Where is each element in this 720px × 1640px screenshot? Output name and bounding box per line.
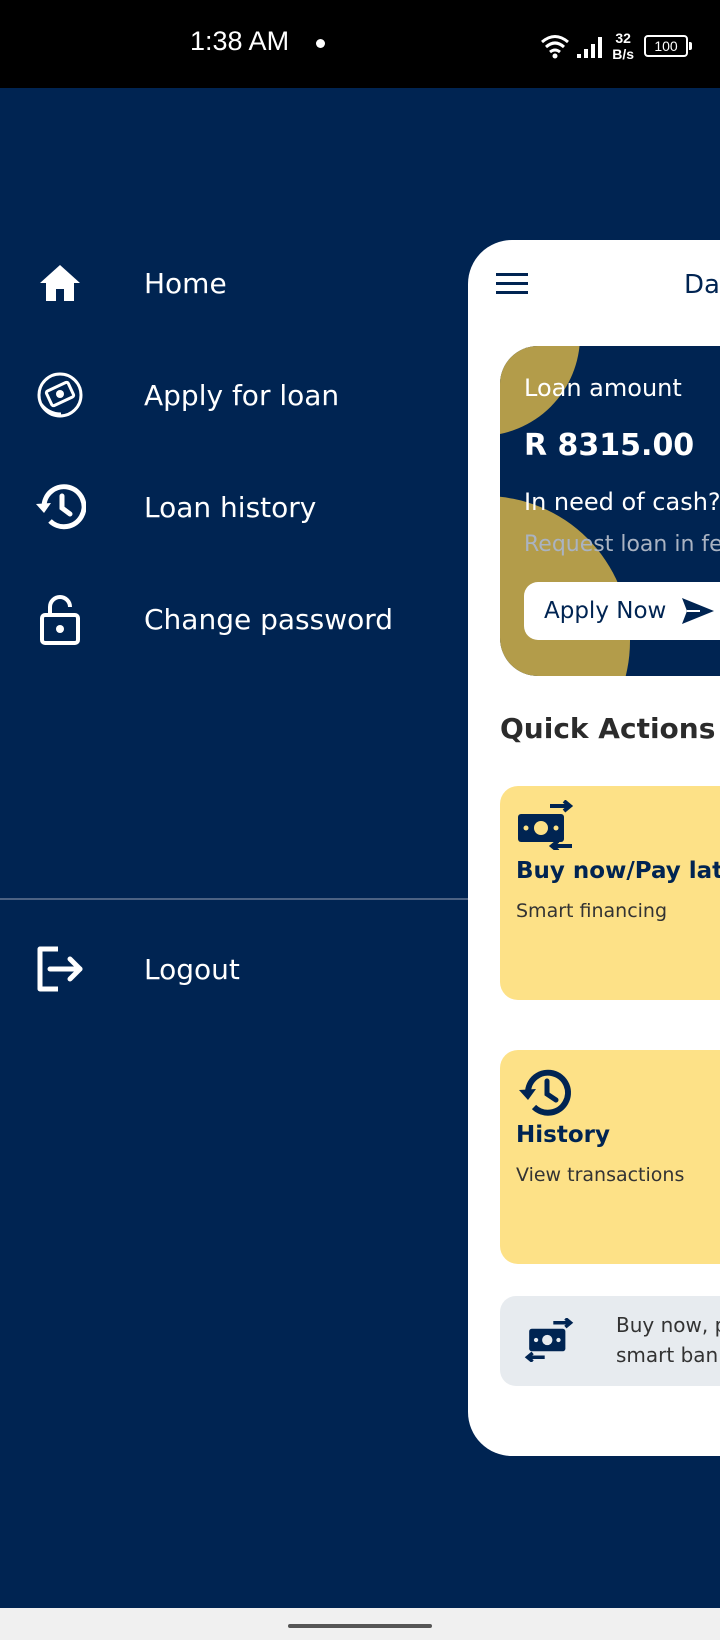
money-hand-icon: [30, 365, 90, 425]
quick-action-subtitle: Smart financing: [516, 900, 668, 922]
drawer-item-label: Home: [144, 266, 227, 300]
quick-action-subtitle: View transactions: [516, 1164, 685, 1186]
loan-card-subtext: Request loan in fe: [524, 532, 720, 557]
hamburger-menu-icon[interactable]: [496, 272, 528, 296]
page-title: Da: [684, 270, 720, 300]
logout-icon: [30, 939, 90, 999]
status-icons: 32 B/s 100: [540, 26, 692, 66]
money-exchange-icon: [524, 1318, 574, 1362]
money-exchange-icon: [518, 800, 574, 850]
home-icon: [30, 253, 90, 313]
wifi-icon: [541, 35, 570, 59]
send-icon: [682, 598, 715, 624]
network-speed-value: 32: [615, 30, 631, 46]
battery-icon: 100: [644, 35, 692, 57]
loan-amount-value: R 8315.00: [524, 428, 695, 463]
notification-dot-icon: [316, 39, 325, 48]
navigation-drawer: Home Apply for loan Loan history Change …: [0, 88, 468, 1608]
battery-level: 100: [654, 38, 678, 54]
promo-banner[interactable]: Buy now, p smart ban: [500, 1296, 720, 1386]
drawer-item-loan-history[interactable]: Loan history: [0, 467, 468, 547]
quick-action-history[interactable]: History View transactions: [500, 1050, 720, 1264]
drawer-divider: [0, 898, 468, 900]
apply-now-button[interactable]: Apply Now: [524, 582, 720, 640]
history-icon: [519, 1069, 571, 1116]
status-time: 1:38 AM: [190, 26, 290, 56]
drawer-item-label: Loan history: [144, 490, 317, 524]
loan-amount-label: Loan amount: [524, 374, 682, 402]
signal-icon: [577, 37, 603, 58]
drawer-item-change-password[interactable]: Change password: [0, 579, 468, 659]
loan-card-headline: In need of cash?: [524, 488, 720, 516]
drawer-item-label: Apply for loan: [144, 378, 340, 412]
network-speed-unit: B/s: [612, 46, 634, 62]
quick-action-buy-now-pay-later[interactable]: Buy now/Pay later Smart financing: [500, 786, 720, 1000]
quick-action-title: History: [516, 1122, 610, 1148]
quick-actions-title: Quick Actions: [500, 712, 716, 745]
loan-card: Loan amount R 8315.00 In need of cash? R…: [500, 346, 720, 676]
status-bar: 1:38 AM 32 B/s 100: [0, 0, 720, 88]
system-nav-bar: [0, 1608, 720, 1640]
promo-line-2: smart ban: [616, 1343, 719, 1367]
network-speed: 32 B/s: [612, 30, 634, 62]
drawer-item-logout[interactable]: Logout: [0, 929, 468, 1009]
drawer-item-home[interactable]: Home: [0, 243, 468, 323]
promo-text: Buy now, p smart ban: [616, 1310, 720, 1370]
history-icon: [30, 477, 90, 537]
lock-icon: [30, 589, 90, 649]
drawer-item-label: Logout: [144, 952, 240, 986]
drawer-item-apply-loan[interactable]: Apply for loan: [0, 355, 468, 435]
promo-line-1: Buy now, p: [616, 1313, 720, 1337]
home-gesture-handle[interactable]: [288, 1624, 432, 1628]
quick-action-title: Buy now/Pay later: [516, 858, 720, 884]
apply-now-label: Apply Now: [544, 598, 667, 624]
dashboard-panel: Da Loan amount R 8315.00 In need of cash…: [468, 240, 720, 1456]
drawer-item-label: Change password: [144, 602, 394, 636]
